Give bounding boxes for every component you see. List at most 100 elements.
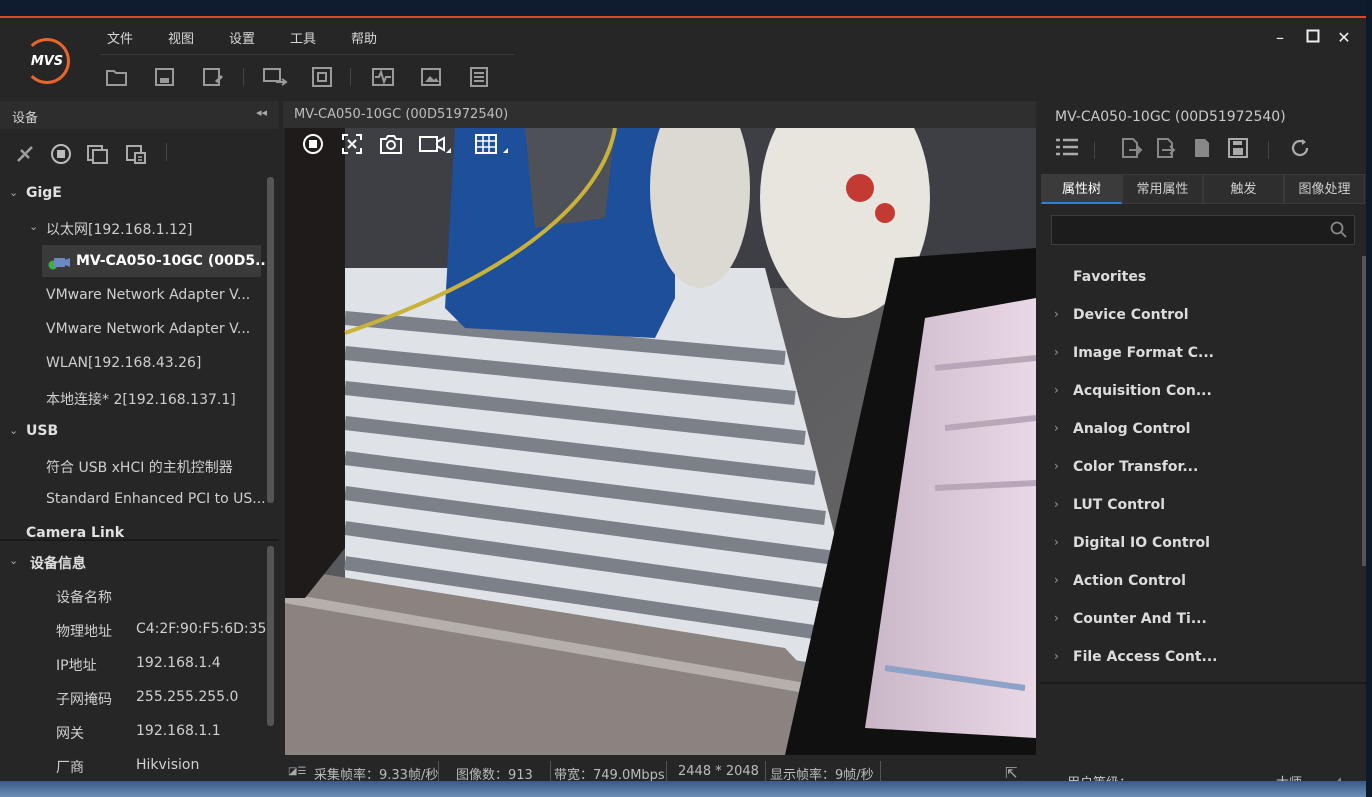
status-separator [765,761,766,783]
list-icon[interactable] [467,66,491,88]
info-label-mask: 子网掩码 [56,692,112,708]
save-icon[interactable] [153,66,177,88]
chevron-right-icon[interactable]: › [1054,649,1059,663]
property-lut-control[interactable]: LUT Control [1073,497,1165,513]
panel-splitter[interactable] [0,539,279,541]
property-acquisition[interactable]: Acquisition Con... [1073,383,1212,399]
waveform-icon[interactable] [371,66,395,88]
menu-file[interactable]: 文件 [107,28,133,47]
camera-live-image[interactable] [285,128,1036,755]
info-scrollbar[interactable] [267,546,274,726]
save-params-icon[interactable] [1225,137,1251,161]
fullscreen-icon[interactable] [310,66,334,88]
search-icon[interactable] [1330,221,1348,243]
tree-view-icon[interactable] [1054,137,1080,161]
property-file-access[interactable]: File Access Cont... [1073,649,1218,665]
toolbar-separator [243,68,244,86]
tab-common-properties[interactable]: 常用属性 [1122,174,1203,204]
info-value-vendor: Hikvision [136,757,200,773]
grid-overlay-icon[interactable] [474,133,510,159]
property-favorites[interactable]: Favorites [1073,269,1146,285]
chevron-right-icon[interactable]: › [1054,459,1059,473]
tree-vmware-2[interactable]: VMware Network Adapter V... [46,321,250,337]
image-edit-icon[interactable] [420,66,444,88]
chevron-down-icon[interactable]: ⌄ [9,554,18,567]
tree-ethernet[interactable]: 以太网[192.168.1.12] [46,219,192,239]
property-action-control[interactable]: Action Control [1073,573,1186,589]
desktop-background [0,781,1372,797]
minimize-icon[interactable]: – [1270,28,1290,48]
menu-help[interactable]: 帮助 [351,28,377,47]
property-counter-timer[interactable]: Counter And Ti... [1073,611,1207,627]
chevron-down-icon[interactable]: ⌄ [9,186,18,199]
expand-arrow-icon[interactable]: ⇱ [1005,764,1018,782]
stop-grab-icon[interactable] [300,133,326,159]
menu-view[interactable]: 视图 [168,28,194,47]
close-icon[interactable]: ✕ [1334,28,1354,48]
info-value-mask: 255.255.255.0 [136,689,239,705]
tree-camera-label[interactable]: MV-CA050-10GC (00D5... [76,253,271,269]
chevron-down-icon[interactable]: ⌄ [29,220,38,233]
chevron-right-icon[interactable]: › [1054,307,1059,321]
disconnect-icon[interactable] [13,143,37,165]
chevron-right-icon[interactable]: › [1054,573,1059,587]
property-color-transform[interactable]: Color Transfor... [1073,459,1198,475]
status-menu-icon[interactable]: ◪☰ [288,766,306,777]
fit-window-icon[interactable] [339,133,365,159]
tab-trigger[interactable]: 触发 [1203,174,1284,204]
info-value-ip: 192.168.1.4 [136,655,221,671]
record-video-icon[interactable] [418,133,452,159]
chevron-right-icon[interactable]: › [1054,421,1059,435]
chevron-right-icon[interactable]: › [1054,535,1059,549]
device-list-icon[interactable] [125,143,149,165]
tree-local-connection[interactable]: 本地连接* 2[192.168.137.1] [46,389,236,409]
property-analog-control[interactable]: Analog Control [1073,421,1190,437]
tree-usb-pci[interactable]: Standard Enhanced PCI to US... [46,491,266,507]
chevron-down-icon[interactable]: ⌄ [9,424,18,437]
info-label-name: 设备名称 [56,590,112,606]
status-resolution: 2448 * 2048 [678,764,759,779]
import-icon[interactable] [1118,137,1144,161]
info-label-vendor: 厂商 [56,760,84,776]
panel-splitter[interactable] [1040,682,1366,684]
chevron-right-icon[interactable]: › [1054,611,1059,625]
maximize-icon[interactable] [1303,28,1323,48]
property-search-input[interactable] [1051,215,1355,245]
info-value-gateway: 192.168.1.1 [136,723,221,739]
info-label-gateway: 网关 [56,726,84,742]
tree-scrollbar[interactable] [267,177,274,503]
switch-layout-icon[interactable] [262,66,288,88]
property-panel-title: MV-CA050-10GC (00D51972540) [1055,109,1286,125]
menu-settings[interactable]: 设置 [229,28,255,47]
property-panel: MV-CA050-10GC (00D51972540) 属性树 常用属性 触发 … [1040,101,1366,797]
tree-vmware-1[interactable]: VMware Network Adapter V... [46,287,250,303]
refresh-icon[interactable] [1288,137,1314,161]
tree-camera-link[interactable]: Camera Link [26,525,124,539]
export-icon[interactable] [1153,137,1179,161]
tab-image-processing[interactable]: 图像处理 [1284,174,1365,204]
property-device-control[interactable]: Device Control [1073,307,1189,323]
snapshot-camera-icon[interactable] [378,133,404,159]
property-image-format[interactable]: Image Format C... [1073,345,1214,361]
tree-usb-xhci[interactable]: 符合 USB xHCI 的主机控制器 [46,457,233,477]
multi-device-icon[interactable] [86,143,110,165]
collapse-panel-icon[interactable]: ◂◂ [256,106,267,119]
tree-usb[interactable]: USB [26,423,58,439]
camera-icon [48,255,70,274]
save-as-icon[interactable] [201,66,225,88]
document-icon[interactable] [1189,137,1215,161]
stop-icon[interactable] [49,143,73,165]
property-digital-io[interactable]: Digital IO Control [1073,535,1210,551]
menu-tools[interactable]: 工具 [290,28,316,47]
chevron-right-icon[interactable]: › [1054,497,1059,511]
tree-gige[interactable]: GigE [26,185,62,201]
tree-wlan[interactable]: WLAN[192.168.43.26] [46,355,201,371]
logo-text: MVS [30,53,64,69]
info-value-mac: C4:2F:90:F5:6D:35 [136,621,267,637]
chevron-right-icon[interactable]: › [1054,345,1059,359]
tab-property-tree[interactable]: 属性树 [1041,174,1122,204]
menu-divider [100,54,515,55]
open-folder-icon[interactable] [105,66,129,88]
chevron-right-icon[interactable]: › [1054,383,1059,397]
device-info-title[interactable]: 设备信息 [30,553,86,573]
